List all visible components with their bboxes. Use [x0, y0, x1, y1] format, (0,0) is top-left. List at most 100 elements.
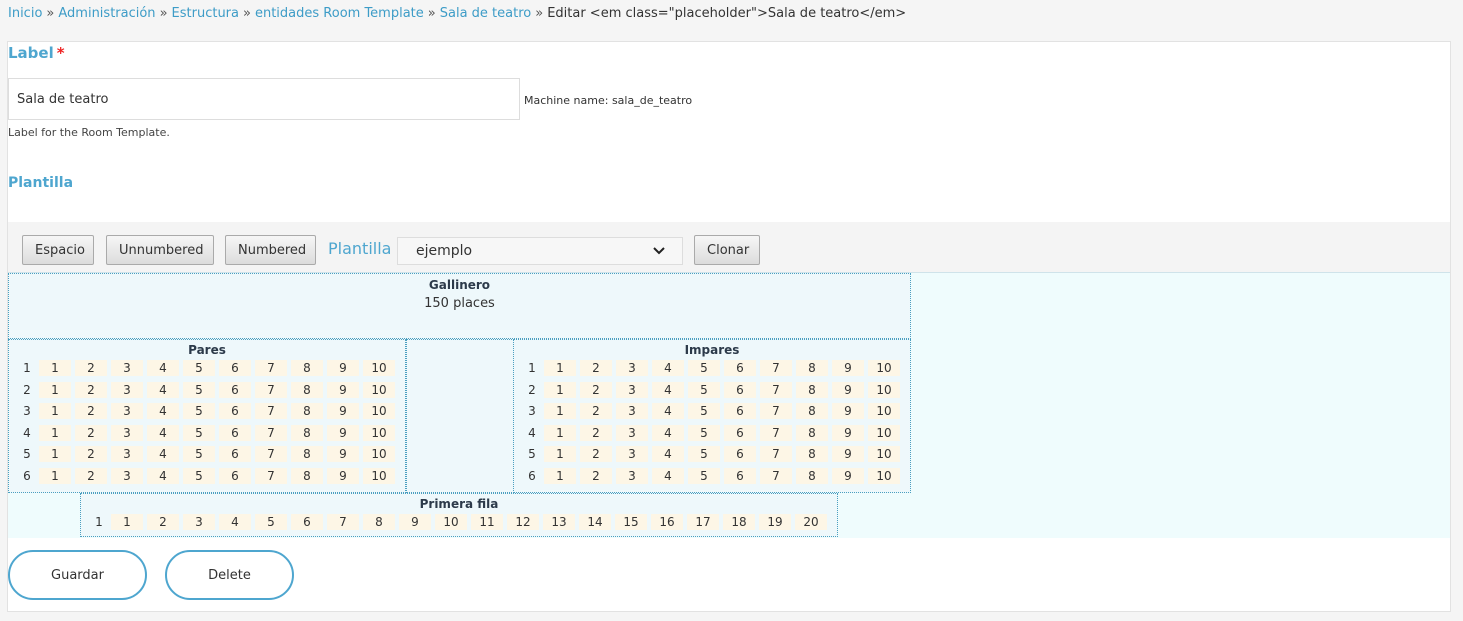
seat[interactable]: 6	[724, 468, 756, 484]
seat[interactable]: 4	[147, 468, 179, 484]
seat[interactable]: 6	[291, 514, 323, 530]
seat[interactable]: 1	[39, 424, 71, 441]
seat[interactable]: 4	[652, 424, 684, 441]
seat[interactable]: 7	[255, 403, 287, 420]
seat[interactable]: 8	[291, 424, 323, 441]
seat[interactable]: 10	[363, 360, 395, 376]
seat[interactable]: 2	[580, 446, 612, 463]
seat[interactable]: 1	[544, 403, 576, 420]
seat[interactable]: 9	[832, 468, 864, 484]
seat[interactable]: 5	[688, 446, 720, 463]
seat[interactable]: 10	[363, 424, 395, 441]
seat[interactable]: 6	[219, 381, 251, 398]
seat[interactable]: 4	[652, 446, 684, 463]
seat[interactable]: 10	[868, 468, 900, 484]
seat[interactable]: 17	[687, 514, 719, 530]
seat[interactable]: 4	[147, 360, 179, 376]
seat[interactable]: 1	[544, 360, 576, 376]
seat[interactable]: 8	[291, 360, 323, 376]
seat[interactable]: 8	[291, 468, 323, 484]
seat[interactable]: 2	[580, 424, 612, 441]
seat[interactable]: 7	[255, 381, 287, 398]
clonar-button[interactable]: Clonar	[694, 235, 760, 265]
seat[interactable]: 15	[615, 514, 647, 530]
seat[interactable]: 3	[616, 381, 648, 398]
seat[interactable]: 2	[580, 360, 612, 376]
seat[interactable]: 10	[868, 424, 900, 441]
seat[interactable]: 2	[147, 514, 179, 530]
seat[interactable]: 1	[544, 446, 576, 463]
seat[interactable]: 5	[688, 381, 720, 398]
label-input[interactable]	[8, 78, 520, 120]
seat[interactable]: 5	[255, 514, 287, 530]
seat[interactable]: 3	[111, 381, 143, 398]
seat[interactable]: 5	[688, 403, 720, 420]
seat[interactable]: 9	[832, 360, 864, 376]
seat[interactable]: 9	[832, 381, 864, 398]
seat[interactable]: 7	[760, 468, 792, 484]
seat[interactable]: 16	[651, 514, 683, 530]
seat[interactable]: 1	[544, 424, 576, 441]
seat[interactable]: 10	[868, 381, 900, 398]
seat[interactable]: 7	[327, 514, 359, 530]
seat[interactable]: 10	[363, 381, 395, 398]
seat[interactable]: 1	[39, 468, 71, 484]
seat[interactable]: 8	[291, 446, 323, 463]
seat[interactable]: 4	[652, 403, 684, 420]
breadcrumb-link-estructura[interactable]: Estructura	[172, 6, 239, 21]
seat[interactable]: 3	[616, 446, 648, 463]
seat[interactable]: 3	[616, 468, 648, 484]
seat[interactable]: 9	[327, 446, 359, 463]
seat[interactable]: 8	[363, 514, 395, 530]
seat[interactable]: 5	[688, 468, 720, 484]
seat[interactable]: 5	[688, 360, 720, 376]
seat[interactable]: 9	[832, 424, 864, 441]
seat[interactable]: 10	[435, 514, 467, 530]
seat[interactable]: 8	[796, 424, 828, 441]
seat[interactable]: 5	[183, 424, 215, 441]
seat[interactable]: 6	[219, 403, 251, 420]
seat[interactable]: 9	[832, 446, 864, 463]
seat[interactable]: 7	[760, 403, 792, 420]
seat[interactable]: 6	[724, 360, 756, 376]
seat[interactable]: 1	[39, 360, 71, 376]
seat[interactable]: 2	[580, 381, 612, 398]
seat[interactable]: 2	[75, 424, 107, 441]
seat[interactable]: 10	[868, 360, 900, 376]
seat[interactable]: 3	[616, 424, 648, 441]
seat[interactable]: 10	[868, 403, 900, 420]
seat[interactable]: 5	[183, 403, 215, 420]
unnumbered-button[interactable]: Unnumbered	[106, 235, 214, 265]
seat[interactable]: 10	[868, 446, 900, 463]
seat[interactable]: 9	[327, 381, 359, 398]
zone-primera-fila[interactable]: Primera fila 1 1 2 3 4 5 6 7 8 9 10 11 12 13 14 15 16 17 1…	[80, 493, 838, 537]
seat[interactable]: 14	[579, 514, 611, 530]
seat[interactable]: 7	[255, 468, 287, 484]
seat[interactable]: 13	[543, 514, 575, 530]
seat[interactable]: 4	[652, 381, 684, 398]
seat[interactable]: 18	[723, 514, 755, 530]
seat[interactable]: 4	[652, 360, 684, 376]
seat[interactable]: 8	[796, 360, 828, 376]
zone-aisle[interactable]	[406, 339, 514, 493]
seat[interactable]: 6	[724, 381, 756, 398]
seat[interactable]: 3	[616, 360, 648, 376]
seat[interactable]: 8	[291, 403, 323, 420]
seat[interactable]: 6	[219, 468, 251, 484]
seat[interactable]: 4	[652, 468, 684, 484]
zone-pares[interactable]: Pares 1 1 2 3 4 5 6 7 8 9 10 2 1 2 3 4 5 6 7 8 9 10 3 1 2 3 4 5 6 7 8 9…	[8, 339, 406, 493]
seat[interactable]: 5	[183, 381, 215, 398]
delete-button[interactable]: Delete	[165, 550, 294, 600]
seat[interactable]: 9	[399, 514, 431, 530]
seat[interactable]: 4	[219, 514, 251, 530]
seat[interactable]: 8	[796, 381, 828, 398]
numbered-button[interactable]: Numbered	[225, 235, 316, 265]
seat[interactable]: 7	[255, 424, 287, 441]
seat[interactable]: 2	[75, 360, 107, 376]
seat[interactable]: 10	[363, 403, 395, 420]
seat[interactable]: 7	[255, 360, 287, 376]
seat[interactable]: 4	[147, 424, 179, 441]
seat[interactable]: 6	[724, 424, 756, 441]
seat[interactable]: 3	[111, 360, 143, 376]
seat[interactable]: 1	[544, 381, 576, 398]
